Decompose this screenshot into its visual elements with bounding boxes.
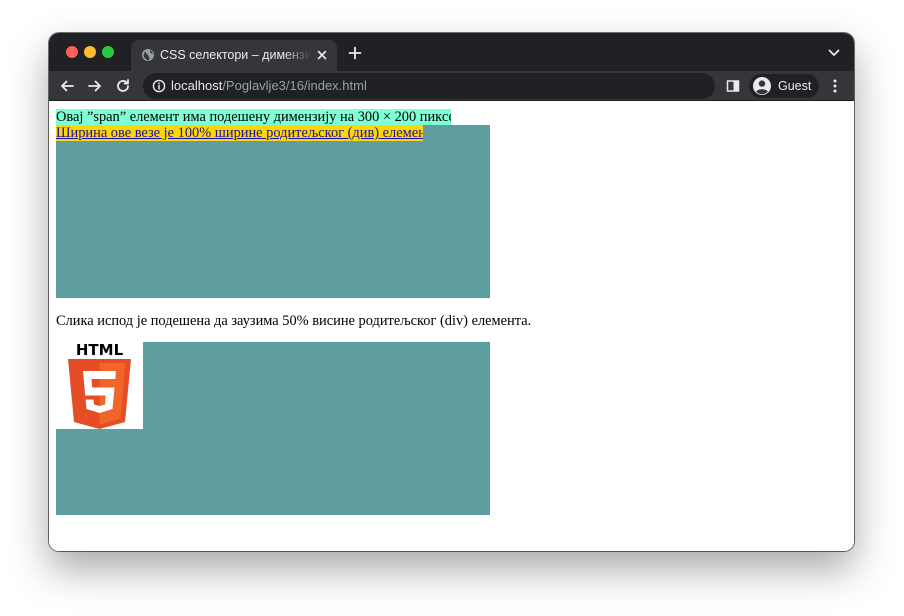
info-icon[interactable] — [152, 79, 166, 93]
browser-toolbar: localhost/Poglavlje3/16/index.html Guest — [49, 71, 854, 101]
image-description-paragraph: Слика испод је подешена да заузима 50% в… — [56, 313, 532, 329]
close-icon[interactable] — [315, 48, 329, 62]
chevron-down-icon[interactable] — [828, 49, 840, 57]
tab-strip: CSS селектори – димензије садржаја — [49, 33, 854, 71]
active-tab[interactable]: CSS селектори – димензије садржаја — [131, 40, 337, 71]
reload-icon[interactable] — [115, 78, 131, 94]
close-window-button[interactable] — [66, 46, 78, 58]
guest-avatar-icon — [753, 77, 771, 95]
page-content: Овај ”span” елемент има подешену димензи… — [49, 102, 854, 551]
back-arrow-icon[interactable] — [59, 78, 75, 94]
url-path: /Poglavlje3/16/index.html — [222, 78, 367, 93]
full-width-link[interactable]: Ширина ове везе је 100% ширине родитељск… — [56, 125, 423, 141]
browser-window: CSS селектори – димензије садржаја — [49, 33, 854, 551]
span-element: Овај ”span” елемент има подешену димензи… — [56, 109, 451, 125]
tab-title-fade — [283, 44, 311, 66]
link-container-div: Ширина ове везе је 100% ширине родитељск… — [56, 125, 490, 298]
profile-name: Guest — [778, 79, 812, 93]
kebab-menu-icon[interactable] — [831, 78, 839, 94]
forward-arrow-icon[interactable] — [87, 78, 103, 94]
url-text: localhost/Poglavlje3/16/index.html — [171, 78, 367, 94]
profile-button[interactable]: Guest — [749, 74, 819, 98]
html5-logo-text: HTML — [76, 342, 124, 359]
plus-icon[interactable] — [348, 46, 362, 60]
side-panel-icon[interactable] — [726, 79, 740, 93]
html5-logo: HTML — [56, 341, 143, 429]
address-bar[interactable]: localhost/Poglavlje3/16/index.html — [143, 73, 715, 99]
image-container-div: HTML — [56, 341, 490, 515]
minimize-window-button[interactable] — [84, 46, 96, 58]
globe-icon — [142, 49, 154, 61]
url-host: localhost — [171, 78, 223, 93]
zoom-window-button[interactable] — [102, 46, 114, 58]
